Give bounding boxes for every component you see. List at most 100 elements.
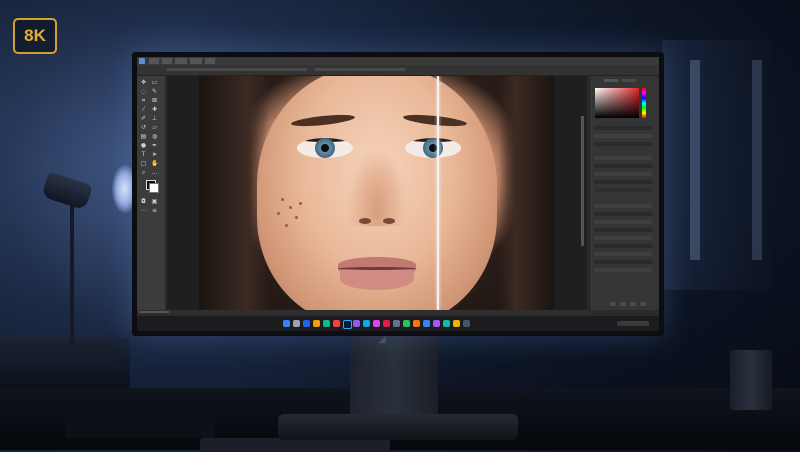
layer-row[interactable] [594,204,652,208]
taskbar-app-icon[interactable] [363,320,370,327]
hue-slider[interactable] [642,88,646,118]
lip-line [338,267,416,270]
more-tools-icon[interactable]: … [151,169,158,176]
window-bar [690,60,700,260]
taskbar-app-icon[interactable] [393,320,400,327]
monitor-logo-icon: ◢ [378,334,386,345]
taskbar-app-icon[interactable] [403,320,410,327]
new-layer-icon[interactable] [610,302,616,306]
vertical-scrollbar[interactable] [581,116,584,246]
taskbar-app-icon[interactable] [443,320,450,327]
move-tool-icon[interactable]: ✥ [140,79,147,86]
menu-bar [137,57,659,65]
menu-image[interactable] [175,58,187,64]
layers-icon[interactable]: ≡ [151,207,158,214]
clone-stamp-icon[interactable]: ⊥ [151,115,158,122]
document-canvas[interactable] [167,76,587,310]
brush-tool-icon[interactable]: ✐ [140,115,147,122]
options-bar [137,65,659,76]
panel-row[interactable] [594,172,652,176]
folder-icon[interactable] [620,302,626,306]
quick-select-icon[interactable]: ✎ [151,88,158,95]
system-tray[interactable] [617,321,649,326]
path-select-icon[interactable]: ➤ [151,151,158,158]
taskbar-app-icon[interactable] [413,320,420,327]
eraser-icon[interactable]: ▱ [151,124,158,131]
blur-tool-icon[interactable]: ◍ [151,133,158,140]
shelf [0,338,130,388]
panel-tab-swatches[interactable] [622,79,636,82]
taskbar-app-icon[interactable] [453,320,460,327]
layer-row[interactable] [594,268,652,272]
text-tool-icon[interactable]: T [140,151,147,158]
taskbar-app-icon[interactable] [433,320,440,327]
edit-toolbar-icon[interactable]: ⋯ [140,207,147,214]
panel-tab-color[interactable] [604,79,618,82]
healing-brush-icon[interactable]: ✚ [151,106,158,113]
crop-tool-icon[interactable]: ⌗ [140,97,147,104]
panel-row[interactable] [594,126,652,130]
taskbar-app-icon[interactable] [423,320,430,327]
before-after-divider[interactable] [437,76,439,310]
color-picker-field[interactable] [595,88,639,118]
eyedropper-tool-icon[interactable]: ⁄ [140,106,147,113]
taskbar-app-icon[interactable] [333,320,340,327]
taskbar-app-icon[interactable] [323,320,330,327]
blemish [295,216,298,219]
right-eye [405,138,461,158]
menu-type[interactable] [205,58,215,64]
taskbar-app-icon[interactable] [373,320,380,327]
taskbar-app-icon[interactable] [303,320,310,327]
taskbar-app-icon[interactable] [313,320,320,327]
dodge-tool-icon[interactable]: ● [140,142,147,149]
layer-row[interactable] [594,228,652,232]
shape-tool-icon[interactable]: ▢ [140,160,147,167]
pen-tool-icon[interactable]: ✒ [151,142,158,149]
photoshop-taskbar-icon[interactable] [343,320,352,329]
nose [347,146,407,226]
taskbar-app-icon[interactable] [463,320,470,327]
panel-row[interactable] [594,180,652,184]
status-bar [137,310,587,315]
layer-row[interactable] [594,236,652,240]
layer-row[interactable] [594,244,652,248]
layer-row[interactable] [594,220,652,224]
frame-tool-icon[interactable]: ⊠ [151,97,158,104]
lasso-tool-icon[interactable]: ◌ [140,88,147,95]
menu-file[interactable] [149,58,159,64]
quick-mask-icon[interactable]: ◘ [140,198,147,205]
history-brush-icon[interactable]: ↺ [140,124,147,131]
options-controls[interactable] [315,68,405,71]
monitor-base [278,414,518,440]
blemish [281,198,284,201]
taskbar-app-icon[interactable] [293,320,300,327]
gradient-icon[interactable]: ▤ [140,133,147,140]
panel-row[interactable] [594,164,652,168]
layer-row[interactable] [594,212,652,216]
menu-edit[interactable] [162,58,172,64]
screen-mode-icon[interactable]: ▣ [151,198,158,205]
panel-row[interactable] [594,156,652,160]
trash-icon[interactable] [640,302,646,306]
taskbar [137,316,659,331]
blemish [277,212,280,215]
taskbar-app-icon[interactable] [353,320,360,327]
photoshop-window: ✥ ▭ ◌ ✎ ⌗ ⊠ ⁄ ✚ ✐ ⊥ ↺ ▱ ▤ ◍ ● ✒ T ➤ ▢ ✋ … [137,57,659,331]
zoom-tool-icon[interactable]: ⌕ [140,169,147,176]
start-icon[interactable] [283,320,290,327]
panel-row[interactable] [594,142,652,146]
adjustment-icon[interactable] [630,302,636,306]
nostril [383,218,395,224]
properties-panel [589,76,659,310]
hand-tool-icon[interactable]: ✋ [151,160,158,167]
panel-row[interactable] [594,188,652,192]
panel-row[interactable] [594,134,652,138]
app-logo-icon[interactable] [139,58,145,64]
layer-row[interactable] [594,260,652,264]
menu-layer[interactable] [190,58,202,64]
background-color-swatch[interactable] [149,183,159,193]
portrait-photo [199,76,554,310]
marquee-tool-icon[interactable]: ▭ [151,79,158,86]
layer-row[interactable] [594,252,652,256]
taskbar-app-icon[interactable] [383,320,390,327]
